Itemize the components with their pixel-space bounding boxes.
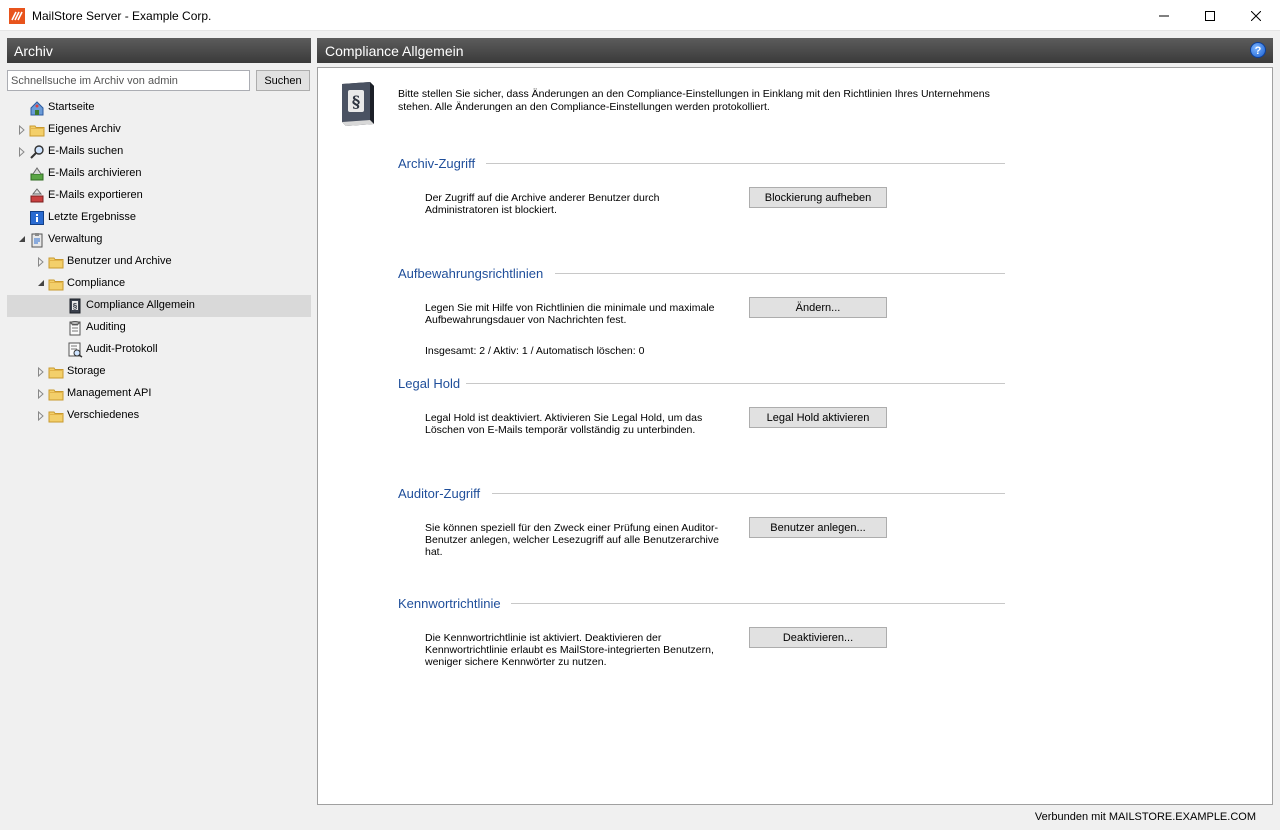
retention-summary: Insgesamt: 2 / Aktiv: 1 / Automatisch lö… [425,345,645,357]
tree-item-e-mails-suchen[interactable]: E-Mails suchen [7,141,311,163]
tree-item-label: Eigenes Archiv [48,123,121,135]
section-divider [486,163,1005,164]
tree-item-e-mails-exportieren[interactable]: E-Mails exportieren [7,185,311,207]
section-title-auditor-access: Auditor-Zugriff [398,486,481,501]
tree-item-management-api[interactable]: Management API [7,383,311,405]
archive-panel-header: Archiv [7,38,311,63]
legal-hold-text: Legal Hold ist deaktiviert. Aktivieren S… [425,412,703,436]
section-title-legal-hold: Legal Hold [398,376,461,391]
intro-text: Bitte stellen Sie sicher, dass Änderunge… [398,88,990,113]
create-auditor-button[interactable]: Benutzer anlegen... [749,517,887,538]
results-icon [29,210,45,226]
export-icon [29,188,45,204]
collapsed-arrow-icon[interactable] [18,124,26,136]
tree-item-benutzer-und-archive[interactable]: Benutzer und Archive [7,251,311,273]
folder-icon [48,254,64,270]
tree-item-letzte-ergebnisse[interactable]: Letzte Ergebnisse [7,207,311,229]
tree-item-label: Startseite [48,101,95,113]
clipboard-icon [29,232,45,248]
tree-item-label: E-Mails suchen [48,145,124,157]
folder-icon [29,122,45,138]
tree-item-label: Auditing [86,321,126,333]
navigation-tree: Startseite Eigenes Archiv E-Mails suchen E-… [7,97,311,427]
tree-item-verwaltung[interactable]: Verwaltung [7,229,311,251]
folder-icon [48,276,64,292]
folder-icon [48,364,64,380]
tree-item-label: E-Mails archivieren [48,167,142,179]
close-button[interactable] [1233,0,1279,31]
tree-item-e-mails-archivieren[interactable]: E-Mails archivieren [7,163,311,185]
search-button[interactable]: Suchen [256,70,310,91]
tree-item-label: Benutzer und Archive [67,255,172,267]
quick-search-input[interactable] [7,70,250,91]
tree-item-storage[interactable]: Storage [7,361,311,383]
section-divider [492,493,1005,494]
deactivate-password-policy-button[interactable]: Deaktivieren... [749,627,887,648]
close-icon [1251,10,1261,21]
section-divider [511,603,1005,604]
svg-text:§: § [73,302,78,311]
tree-item-label: Verschiedenes [67,409,140,421]
connection-status: Verbunden mit MAILSTORE.EXAMPLE.COM [1034,811,1256,823]
help-icon[interactable]: ? [1250,42,1266,58]
law-book-icon: § [342,82,374,126]
archive-icon [29,166,45,182]
title-bar: MailStore Server - Example Corp. [0,0,1280,31]
tree-item-label: Management API [67,387,152,399]
unblock-button[interactable]: Blockierung aufheben [749,187,887,208]
archive-access-text: Der Zugriff auf die Archive anderer Benu… [425,192,660,216]
tree-item-label: Letzte Ergebnisse [48,211,137,223]
minimize-icon [1159,15,1169,16]
collapsed-arrow-icon[interactable] [37,388,45,400]
folder-icon [48,408,64,424]
tree-item-compliance[interactable]: Compliance [7,273,311,295]
collapsed-arrow-icon[interactable] [37,410,45,422]
section-title-retention: Aufbewahrungsrichtlinien [398,266,544,281]
tree-item-verschiedenes[interactable]: Verschiedenes [7,405,311,427]
mailstore-app-icon [9,8,25,24]
minimize-button[interactable] [1141,0,1187,31]
expanded-arrow-icon[interactable] [37,279,45,289]
maximize-button[interactable] [1187,0,1233,31]
magnifier-icon [29,144,45,160]
activate-legal-hold-button[interactable]: Legal Hold aktivieren [749,407,887,428]
auditing-icon [67,320,83,336]
law-book-icon: § [67,298,83,314]
audit-log-icon [67,342,83,358]
tree-item-audit-protokoll[interactable]: Audit-Protokoll [7,339,311,361]
auditor-access-text: Sie können speziell für den Zweck einer … [425,522,719,558]
tree-item-label: E-Mails exportieren [48,189,143,201]
collapsed-arrow-icon[interactable] [37,256,45,268]
section-divider [466,383,1005,384]
collapsed-arrow-icon[interactable] [18,146,26,158]
expanded-arrow-icon[interactable] [18,235,26,245]
change-retention-button[interactable]: Ändern... [749,297,887,318]
password-policy-text: Die Kennwortrichtlinie ist aktiviert. De… [425,632,714,668]
window-title: MailStore Server - Example Corp. [32,9,212,23]
tree-item-auditing[interactable]: Auditing [7,317,311,339]
collapsed-arrow-icon[interactable] [37,366,45,378]
tree-item-eigenes-archiv[interactable]: Eigenes Archiv [7,119,311,141]
maximize-icon [1205,10,1215,21]
svg-text:§: § [352,92,360,111]
section-divider [555,273,1005,274]
home-icon [29,100,45,116]
section-title-archive-access: Archiv-Zugriff [398,156,476,171]
tree-item-label: Compliance [67,277,126,289]
tree-item-label: Storage [67,365,106,377]
section-title-password-policy: Kennwortrichtlinie [398,596,501,611]
content-pane [317,67,1273,805]
tree-item-label: Audit-Protokoll [86,343,158,355]
tree-item-label: Verwaltung [48,233,103,245]
folder-icon [48,386,64,402]
retention-text: Legen Sie mit Hilfe von Richtlinien die … [425,302,715,326]
tree-item-label: Compliance Allgemein [86,299,195,311]
page-title: Compliance Allgemein [317,38,1273,63]
tree-item-compliance-allgemein[interactable]: § Compliance Allgemein [7,295,311,317]
tree-item-startseite[interactable]: Startseite [7,97,311,119]
